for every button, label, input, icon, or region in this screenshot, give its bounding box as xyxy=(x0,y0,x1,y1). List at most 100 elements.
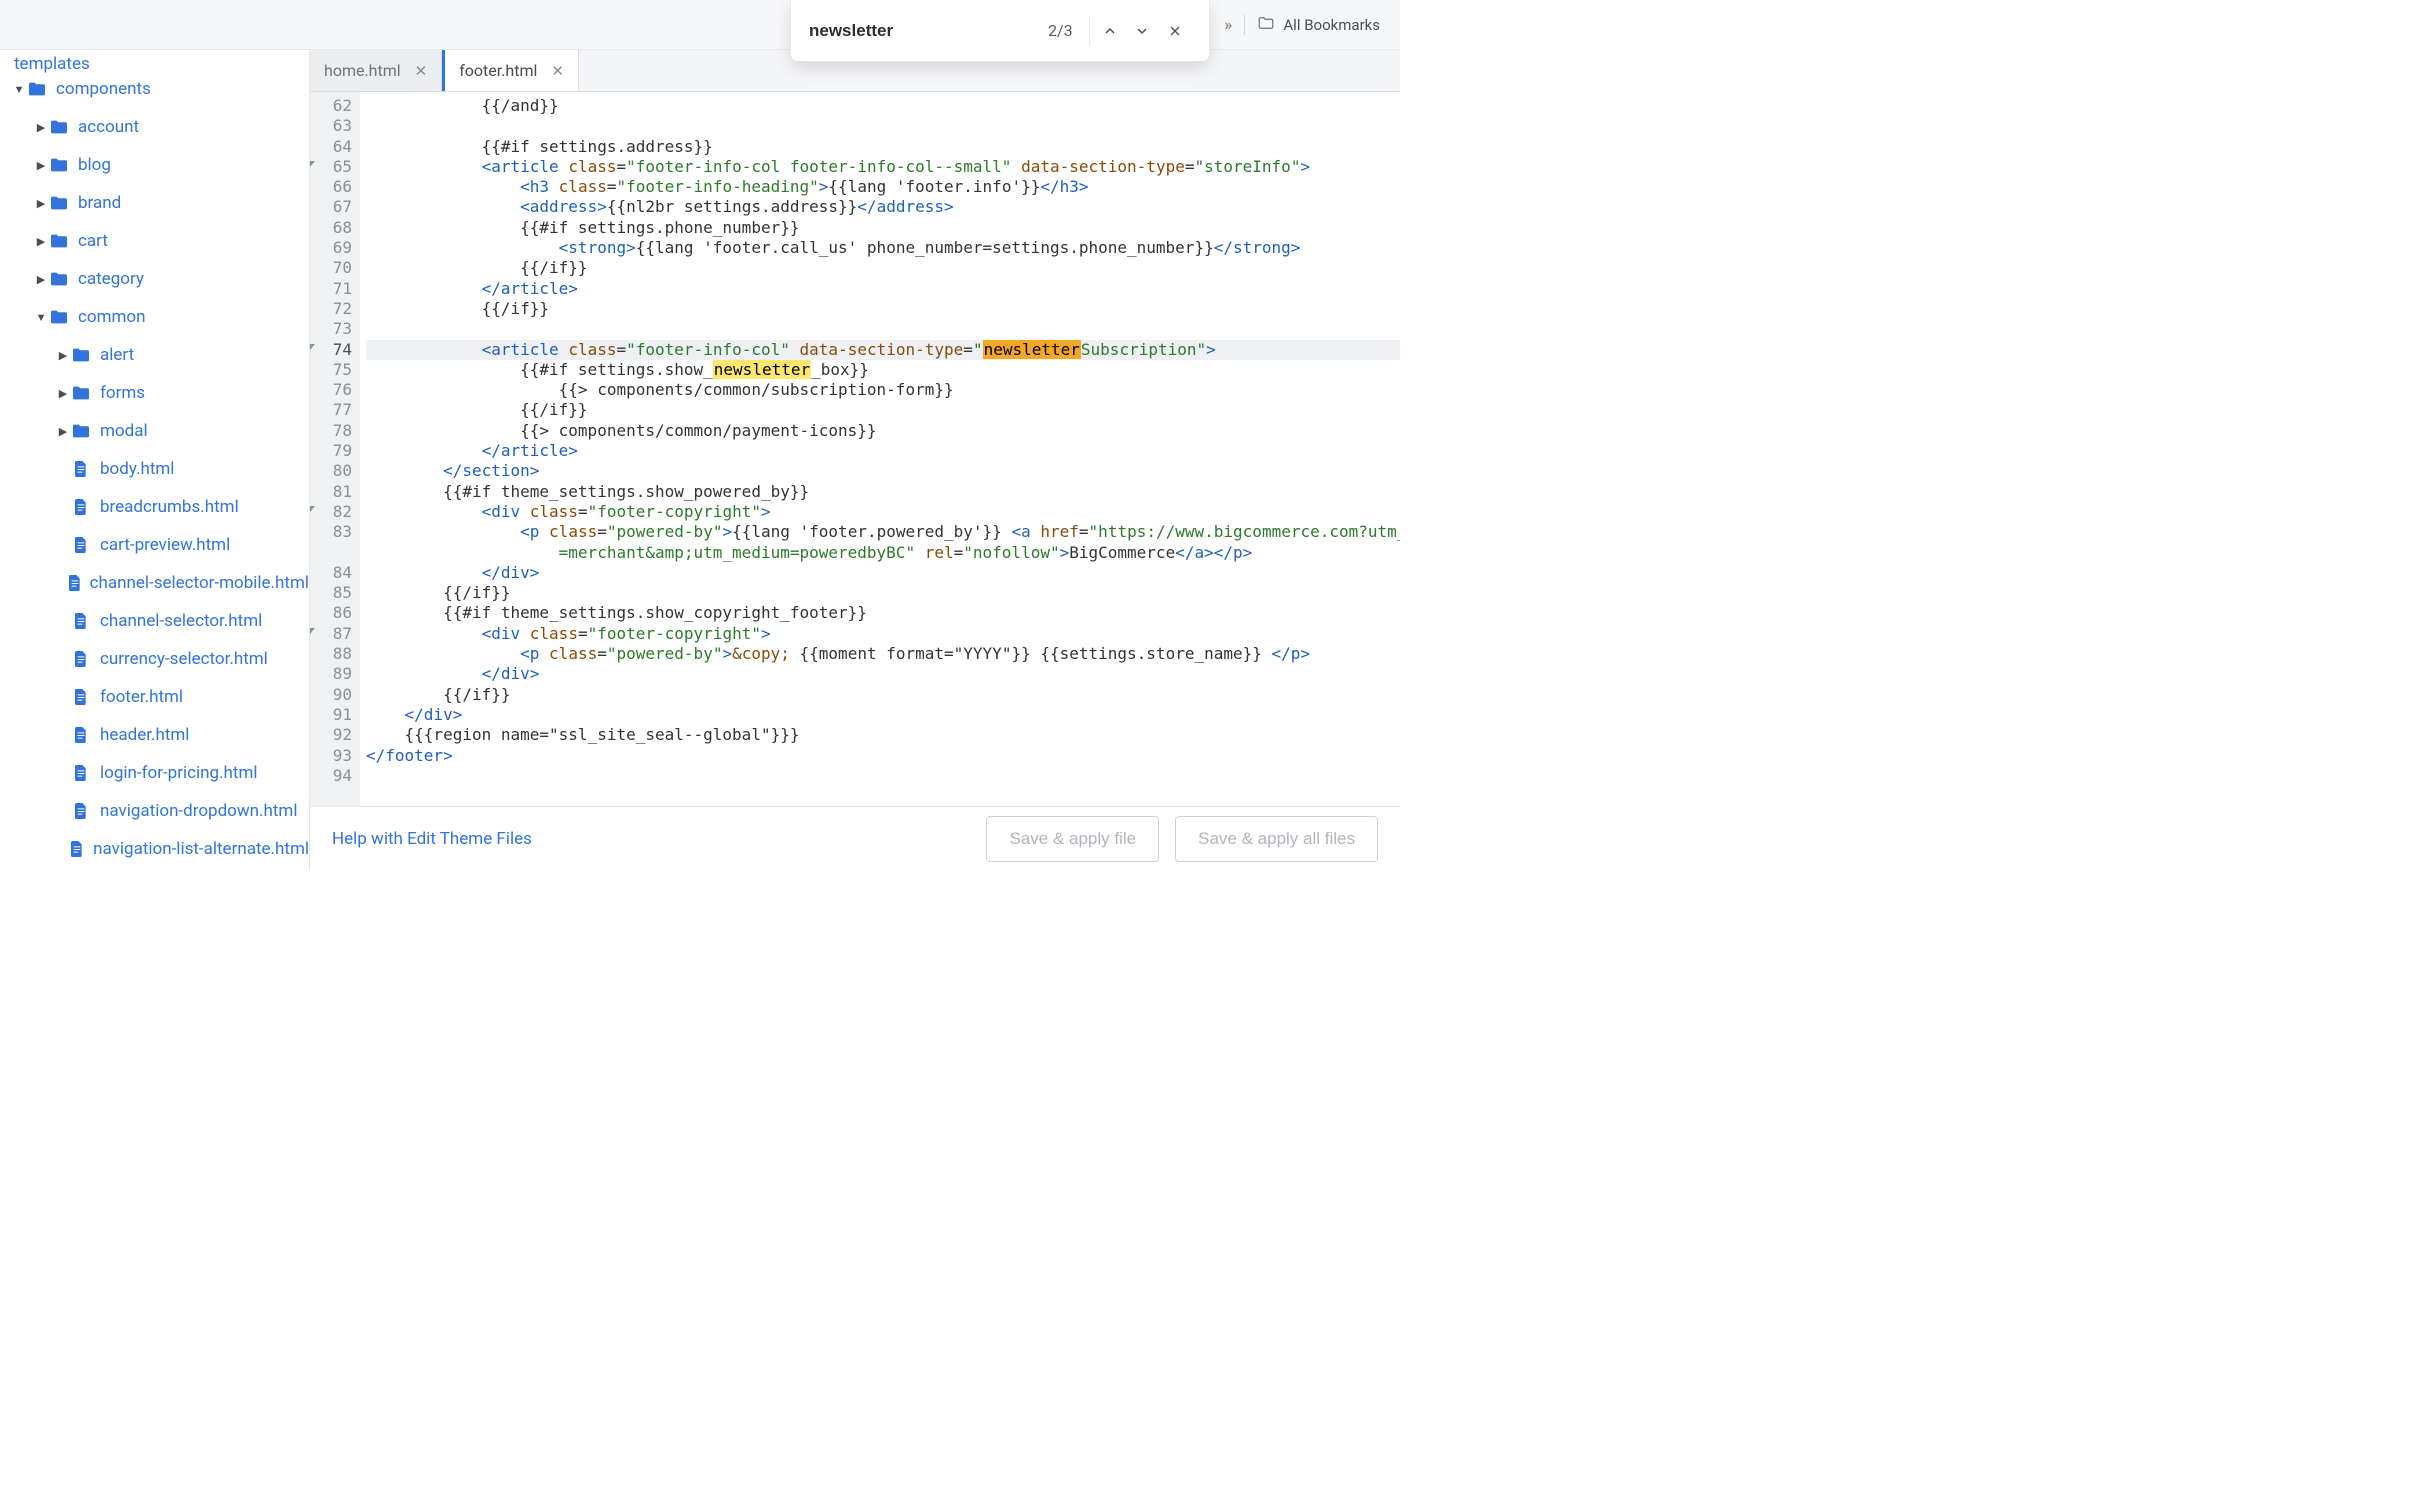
tab-close-icon[interactable]: ✕ xyxy=(551,62,564,80)
tree-folder[interactable]: ▶brand xyxy=(0,184,309,222)
help-link[interactable]: Help with Edit Theme Files xyxy=(332,829,532,849)
all-bookmarks-button[interactable]: All Bookmarks xyxy=(1257,14,1380,36)
code-line[interactable]: {{#if settings.phone_number}} xyxy=(366,218,1400,238)
tree-item-label: components xyxy=(56,79,151,99)
tree-file[interactable]: ▶navigation-dropdown.html xyxy=(0,792,309,830)
fold-toggle-icon[interactable] xyxy=(310,628,315,634)
code-line[interactable]: {{/if}} xyxy=(366,299,1400,319)
code-line[interactable]: <article class="footer-info-col" data-se… xyxy=(366,340,1400,360)
tree-item-label: channel-selector.html xyxy=(100,611,262,631)
tree-folder[interactable]: ▼components xyxy=(0,70,309,108)
file-icon xyxy=(68,725,94,745)
tree-file[interactable]: ▶breadcrumbs.html xyxy=(0,488,309,526)
tree-file[interactable]: ▶navigation-list-alternate.html xyxy=(0,830,309,868)
file-icon xyxy=(68,801,94,821)
code-line[interactable]: {{> components/common/payment-icons}} xyxy=(366,421,1400,441)
code-line[interactable]: <div class="footer-copyright"> xyxy=(366,624,1400,644)
tree-folder[interactable]: ▼common xyxy=(0,298,309,336)
file-tree-sidebar[interactable]: templates ▼components▶account▶blog▶brand… xyxy=(0,50,310,870)
tab-close-icon[interactable]: ✕ xyxy=(415,62,428,80)
fold-toggle-icon[interactable] xyxy=(310,161,315,167)
code-line[interactable] xyxy=(366,319,1400,339)
code-line[interactable]: {{{region name="ssl_site_seal--global"}}… xyxy=(366,725,1400,745)
fold-toggle-icon[interactable] xyxy=(310,344,315,350)
code-line[interactable]: {{#if theme_settings.show_copyright_foot… xyxy=(366,603,1400,623)
code-line[interactable]: {{/if}} xyxy=(366,400,1400,420)
save-apply-file-button[interactable]: Save & apply file xyxy=(986,816,1159,862)
find-in-page-bar: 2/3 xyxy=(790,0,1210,62)
code-line[interactable]: <p class="powered-by">&copy; {{moment fo… xyxy=(366,644,1400,664)
tree-item-label: category xyxy=(78,269,144,289)
line-number: 84 xyxy=(310,563,352,583)
tree-file[interactable]: ▶login-for-pricing.html xyxy=(0,754,309,792)
line-number: 92 xyxy=(310,725,352,745)
code-line[interactable]: {{/if}} xyxy=(366,583,1400,603)
code-line[interactable]: =merchant&amp;utm_medium=poweredbyBC" re… xyxy=(366,543,1400,563)
caret-right-icon: ▶ xyxy=(58,387,68,400)
caret-right-icon: ▶ xyxy=(58,349,68,362)
find-next-button[interactable] xyxy=(1126,14,1158,48)
code-line[interactable]: </article> xyxy=(366,279,1400,299)
code-line[interactable]: {{#if settings.show_newsletter_box}} xyxy=(366,360,1400,380)
tree-item-label: footer.html xyxy=(100,687,183,707)
code-line[interactable] xyxy=(366,766,1400,786)
code-line[interactable]: {{#if theme_settings.show_powered_by}} xyxy=(366,482,1400,502)
tree-folder[interactable]: ▶ alert xyxy=(0,336,309,374)
code-line[interactable]: </div> xyxy=(366,563,1400,583)
tree-file[interactable]: ▶footer.html xyxy=(0,678,309,716)
tree-folder[interactable]: ▶blog xyxy=(0,146,309,184)
tree-folder[interactable]: ▶cart xyxy=(0,222,309,260)
code-editor[interactable]: {{/and}} {{#if settings.address}} <artic… xyxy=(360,92,1400,806)
code-line[interactable]: </footer> xyxy=(366,746,1400,766)
code-line[interactable]: </div> xyxy=(366,664,1400,684)
editor-tab[interactable]: footer.html ✕ xyxy=(442,50,579,91)
file-icon xyxy=(66,839,87,859)
line-number: 89 xyxy=(310,664,352,684)
code-line[interactable]: </div> xyxy=(366,705,1400,725)
save-apply-all-button[interactable]: Save & apply all files xyxy=(1175,816,1378,862)
code-line[interactable]: {{/if}} xyxy=(366,258,1400,278)
find-prev-button[interactable] xyxy=(1094,14,1126,48)
fold-toggle-icon[interactable] xyxy=(310,506,315,512)
line-number-gutter[interactable]: 6263646566676869707172737475767778798081… xyxy=(310,92,360,806)
find-input[interactable] xyxy=(809,21,1036,41)
line-number: 87 xyxy=(310,624,352,644)
tree-file[interactable]: ▶cart-preview.html xyxy=(0,526,309,564)
editor-area: home.html✕ footer.html ✕ 62636465666768697… xyxy=(310,50,1400,870)
code-line[interactable]: <article class="footer-info-col footer-i… xyxy=(366,157,1400,177)
folder-icon xyxy=(46,309,72,325)
tree-file[interactable]: ▶channel-selector-mobile.html xyxy=(0,564,309,602)
folder-icon xyxy=(68,347,94,363)
tree-file[interactable]: ▶channel-selector.html xyxy=(0,602,309,640)
code-line[interactable]: <address>{{nl2br settings.address}}</add… xyxy=(366,197,1400,217)
code-line[interactable]: <h3 class="footer-info-heading">{{lang '… xyxy=(366,177,1400,197)
find-close-button[interactable] xyxy=(1159,14,1191,48)
code-line[interactable]: </section> xyxy=(366,461,1400,481)
code-line[interactable]: {{#if settings.address}} xyxy=(366,137,1400,157)
tree-folder[interactable]: ▶forms xyxy=(0,374,309,412)
code-line[interactable]: <div class="footer-copyright"> xyxy=(366,502,1400,522)
code-line[interactable]: {{/if}} xyxy=(366,685,1400,705)
tree-folder[interactable]: ▶modal xyxy=(0,412,309,450)
tree-folder[interactable]: ▶category xyxy=(0,260,309,298)
editor-footer-bar: Help with Edit Theme Files Save & apply … xyxy=(310,806,1400,870)
code-line[interactable] xyxy=(366,116,1400,136)
line-number: 90 xyxy=(310,685,352,705)
code-line[interactable]: {{/and}} xyxy=(366,96,1400,116)
tree-file[interactable]: ▶body.html xyxy=(0,450,309,488)
tree-file[interactable]: ▶header.html xyxy=(0,716,309,754)
overflow-chevrons-icon[interactable]: » xyxy=(1224,15,1232,34)
tree-file[interactable]: ▶currency-selector.html xyxy=(0,640,309,678)
code-line[interactable]: {{> components/common/subscription-form}… xyxy=(366,380,1400,400)
code-line[interactable]: </article> xyxy=(366,441,1400,461)
tree-item-label: alert xyxy=(100,345,134,365)
code-line[interactable]: <strong>{{lang 'footer.call_us' phone_nu… xyxy=(366,238,1400,258)
editor-tab[interactable]: home.html✕ xyxy=(310,50,442,91)
line-number: 71 xyxy=(310,279,352,299)
tree-item-label: common xyxy=(78,307,146,327)
tree-item-label: breadcrumbs.html xyxy=(100,497,239,517)
tree-item-truncated[interactable]: templates xyxy=(0,54,309,70)
code-line[interactable]: <p class="powered-by">{{lang 'footer.pow… xyxy=(366,522,1400,542)
tab-label: footer.html xyxy=(459,61,537,80)
tree-folder[interactable]: ▶account xyxy=(0,108,309,146)
